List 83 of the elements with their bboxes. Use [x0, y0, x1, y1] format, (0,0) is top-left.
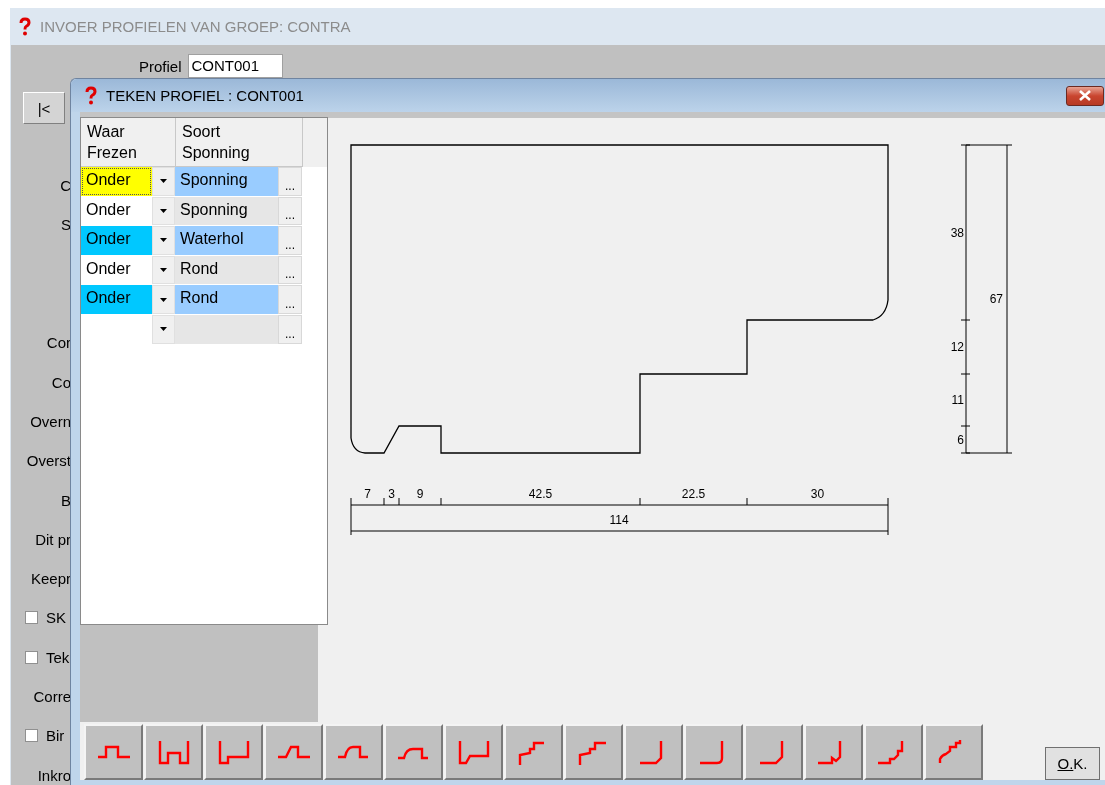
dropdown-button[interactable]: [152, 167, 175, 196]
browse-button[interactable]: ...: [278, 255, 302, 285]
browse-button[interactable]: ...: [278, 196, 302, 226]
profile-tool-button[interactable]: [924, 724, 983, 780]
field-label: Corre: [33, 688, 71, 705]
ok-button[interactable]: O.K.: [1045, 747, 1100, 780]
profile-tool-button[interactable]: [864, 724, 923, 780]
dimension-label: 114: [609, 513, 629, 527]
first-record-button[interactable]: |<: [23, 92, 65, 124]
dropdown-button[interactable]: [152, 196, 175, 226]
field-label: S: [61, 216, 71, 234]
dimension-label: 3: [388, 487, 395, 501]
dimension-label: 6: [957, 432, 964, 447]
dimension-label: 9: [416, 487, 424, 501]
field-label: Cor: [46, 334, 71, 352]
dropdown-button[interactable]: [152, 314, 175, 344]
field-label: C: [60, 177, 71, 195]
checkbox-label: Tek: [46, 648, 70, 666]
profile-tool-button[interactable]: [144, 724, 203, 780]
checkbox[interactable]: [25, 611, 38, 625]
table-cell[interactable]: Waterhol: [175, 226, 278, 255]
browse-button[interactable]: ...: [278, 285, 302, 314]
table-cell[interactable]: Sponning: [175, 196, 278, 226]
dimension-label: 22.5: [681, 487, 706, 501]
field-label: Overst: [26, 452, 71, 470]
profile-tool-button[interactable]: [624, 724, 683, 780]
profile-tool-button[interactable]: [204, 724, 263, 780]
browse-button[interactable]: ...: [278, 314, 302, 344]
table-cell[interactable]: Sponning: [175, 167, 278, 196]
caret-icon: [160, 327, 167, 332]
dimension-label: 12: [950, 340, 964, 354]
dropdown-button[interactable]: [152, 226, 175, 255]
dimension-label: 67: [989, 292, 1003, 306]
caret-icon: [160, 208, 167, 213]
caret-icon: [160, 179, 167, 184]
dropdown-button[interactable]: [152, 255, 175, 285]
column-header: Soort Sponning: [176, 118, 303, 167]
table-cell[interactable]: Rond: [175, 285, 278, 314]
profile-tool-button[interactable]: [84, 724, 143, 780]
dimension-label: 7: [364, 487, 371, 501]
field-label: Overn: [30, 412, 71, 430]
dimension-label: 11: [951, 393, 964, 407]
dropdown-button[interactable]: [152, 285, 175, 314]
table-cell[interactable]: Onder: [81, 285, 152, 314]
help-icon: [84, 86, 98, 105]
close-icon: [1078, 90, 1092, 101]
profile-tool-button[interactable]: [504, 724, 563, 780]
column-header: Waar Frezen: [81, 118, 176, 167]
checkbox-label: Bir: [46, 727, 65, 745]
help-icon: [18, 17, 32, 36]
checkbox[interactable]: [25, 729, 38, 743]
caret-icon: [160, 268, 167, 273]
profile-tool-button[interactable]: [684, 724, 743, 780]
profile-tool-button[interactable]: [264, 724, 323, 780]
profile-tool-button[interactable]: [324, 724, 383, 780]
dimension-label: 42.5: [528, 487, 553, 501]
browse-button[interactable]: ...: [278, 226, 302, 255]
profile-tool-button[interactable]: [804, 724, 863, 780]
profile-tool-button[interactable]: [744, 724, 803, 780]
profile-tool-button[interactable]: [384, 724, 443, 780]
dialog-title: TEKEN PROFIEL : CONT001: [106, 87, 304, 104]
checkbox-label: SK: [46, 609, 66, 627]
table-cell[interactable]: [175, 314, 278, 344]
dimension-label: 30: [810, 487, 825, 501]
field-label: Inkro: [37, 766, 71, 784]
checkbox[interactable]: [25, 650, 38, 664]
table-cell[interactable]: Rond: [175, 255, 278, 285]
field-label: Co: [51, 373, 71, 391]
caret-icon: [160, 297, 167, 302]
caret-icon: [160, 238, 167, 243]
window-title: INVOER PROFIELEN VAN GROEP: CONTRA: [40, 18, 351, 35]
table-cell[interactable]: Onder: [81, 226, 152, 255]
field-label: B: [61, 491, 71, 509]
close-button[interactable]: [1066, 85, 1104, 106]
browse-button[interactable]: ...: [278, 167, 302, 196]
profile-field[interactable]: CONT001: [187, 54, 283, 78]
field-label: Keepr: [30, 570, 71, 588]
field-label: Dit pr: [35, 530, 71, 548]
profile-tool-button[interactable]: [564, 724, 623, 780]
profile-tool-button[interactable]: [444, 724, 503, 780]
dimension-label: 38: [950, 225, 964, 240]
field-label: Profiel: [139, 57, 182, 75]
table-cell[interactable]: Onder: [81, 167, 152, 196]
